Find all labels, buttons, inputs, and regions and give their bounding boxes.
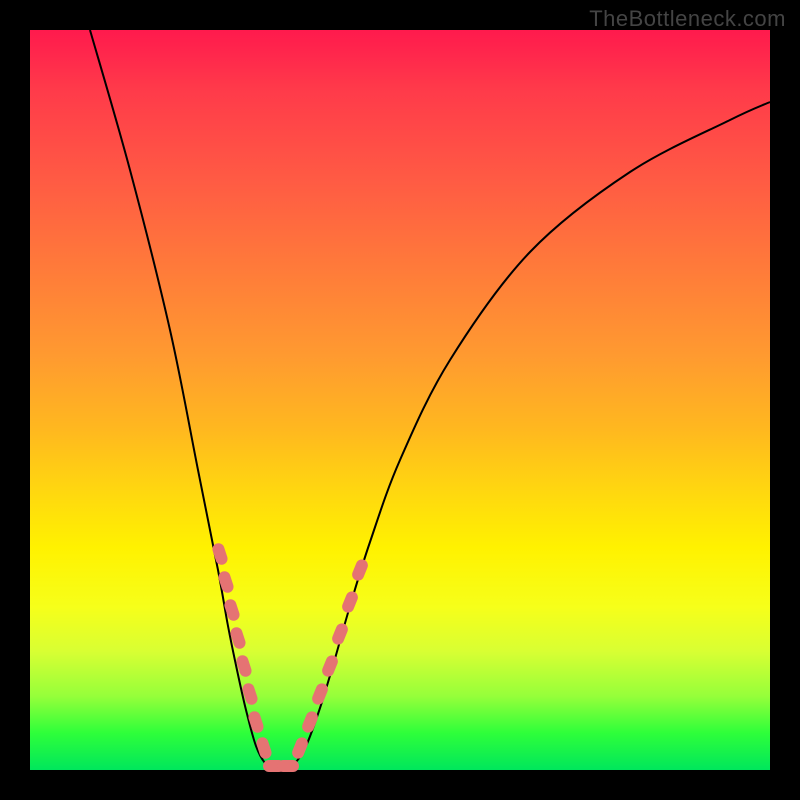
bottleneck-curve: [90, 30, 770, 770]
curve-svg: [30, 30, 770, 770]
curve-marker: [290, 736, 309, 761]
curve-marker: [340, 590, 359, 615]
chart-frame: TheBottleneck.com: [0, 0, 800, 800]
curve-marker: [350, 558, 369, 583]
curve-marker: [300, 710, 319, 735]
curve-marker: [330, 622, 349, 647]
curve-marker: [320, 654, 339, 679]
watermark-text: TheBottleneck.com: [589, 6, 786, 32]
plot-area: [30, 30, 770, 770]
curve-marker: [277, 760, 299, 772]
